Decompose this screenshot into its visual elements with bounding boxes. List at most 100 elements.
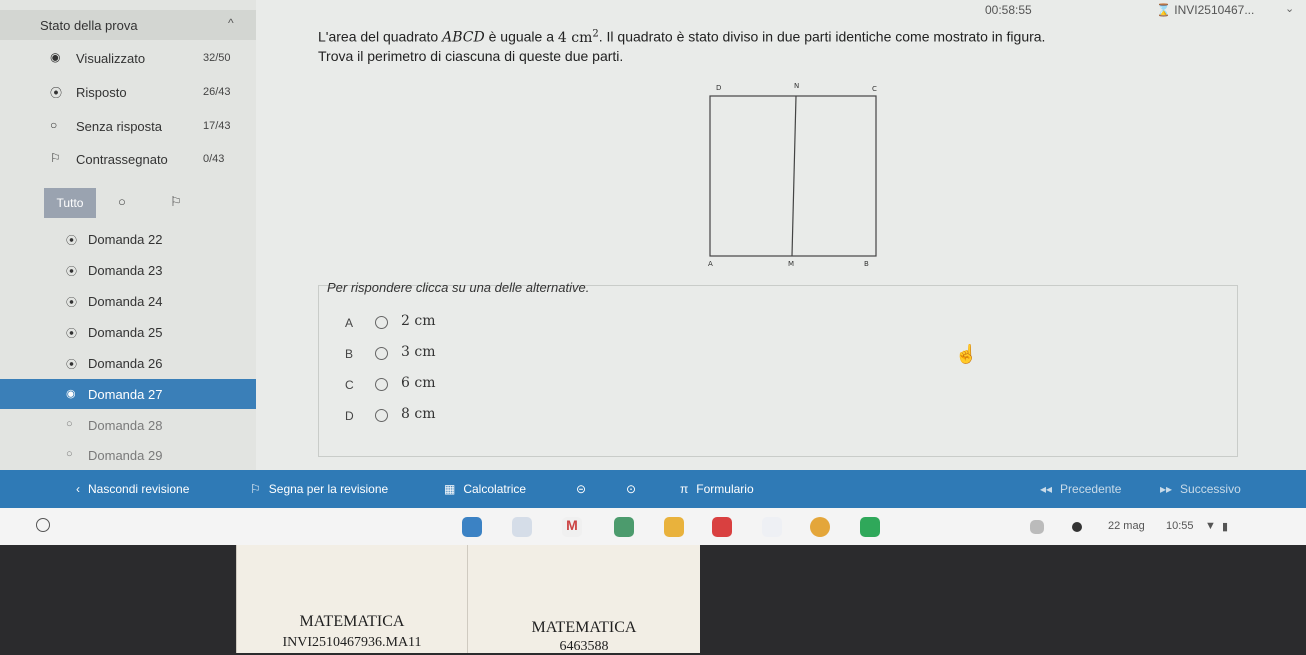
question-text-part: è uguale a: [484, 28, 558, 45]
flag-icon: ⚐: [50, 151, 61, 165]
radio-checked-icon: ⦿: [66, 297, 77, 309]
radio-empty-icon[interactable]: [375, 316, 388, 329]
question-item-25[interactable]: ⦿ Domanda 25: [0, 317, 256, 347]
stat-label: Visualizzato: [76, 51, 146, 66]
question-item-27[interactable]: ◉ Domanda 27: [0, 379, 256, 409]
radio-empty-icon: ○: [66, 448, 73, 460]
sticker-subject: MATEMATICA: [531, 619, 637, 636]
sidebar-header[interactable]: Stato della prova ^: [0, 10, 256, 40]
stat-answered[interactable]: ⦿ Risposto 26/43: [0, 80, 256, 106]
prev-icon: ◂◂: [1040, 482, 1053, 496]
record-icon[interactable]: [1072, 522, 1082, 532]
taskbar-date[interactable]: 22 mag: [1108, 520, 1145, 532]
answer-option-d[interactable]: D 8 cm: [319, 403, 1219, 431]
answer-option-c[interactable]: C 6 cm: [319, 372, 1219, 400]
calculator-button[interactable]: ▦ Calcolatrice: [444, 482, 526, 496]
answer-option-a[interactable]: A 2 cm: [319, 310, 1219, 338]
option-letter: A: [345, 316, 354, 330]
option-letter: D: [345, 409, 354, 423]
option-letter: C: [345, 378, 354, 392]
calculator-icon: ▦: [444, 482, 456, 496]
radio-checked-icon: ⦿: [66, 266, 77, 278]
plus-circle-icon[interactable]: ⊙: [626, 482, 636, 496]
sticker-code: INVI2510467936.MA11: [282, 635, 422, 650]
question-text-line2: Trova il perimetro di ciascuna di queste…: [318, 47, 624, 64]
next-icon: ▸▸: [1160, 482, 1173, 496]
filter-unanswered-icon[interactable]: ○: [118, 194, 126, 209]
dividing-line: [791, 95, 797, 257]
answer-option-b[interactable]: B 3 cm: [319, 341, 1219, 369]
question-item-29[interactable]: ○ Domanda 29: [0, 440, 256, 470]
vertex-label-a: A: [708, 260, 713, 268]
user-id-label: INVI2510467...: [1174, 3, 1255, 17]
question-text: L'area del quadrato ABCD è uguale a 4 cm…: [318, 25, 1278, 65]
sticker-subject: MATEMATICA: [299, 613, 405, 630]
wifi-icon[interactable]: ▼: [1205, 520, 1216, 532]
stat-label: Risposto: [76, 85, 127, 100]
square-figure: D N C A M B: [708, 82, 877, 268]
previous-button[interactable]: ◂◂ Precedente: [1040, 482, 1121, 496]
formulary-button[interactable]: π Formulario: [680, 482, 754, 496]
chevron-left-icon: ‹: [76, 482, 80, 496]
stat-label: Contrassegnato: [76, 152, 168, 167]
chevron-up-icon[interactable]: ^: [228, 16, 234, 30]
radio-empty-icon[interactable]: [375, 347, 388, 360]
radio-empty-icon[interactable]: [375, 409, 388, 422]
filter-flag-icon[interactable]: ⚐: [170, 194, 182, 210]
answer-hint: Per rispondere clicca su una delle alter…: [327, 280, 590, 295]
option-value: 3 cm: [401, 344, 436, 360]
vertex-label-b: B: [864, 260, 869, 268]
launcher-icon[interactable]: [36, 518, 50, 532]
chrome-app-icon[interactable]: [810, 517, 830, 537]
radio-checked-icon: ⦿: [66, 235, 77, 247]
hide-review-label: Nascondi revisione: [88, 482, 190, 496]
youtube-app-icon[interactable]: [712, 517, 732, 537]
battery-icon[interactable]: ▮: [1222, 520, 1228, 533]
filter-all-button[interactable]: Tutto: [44, 188, 96, 218]
question-item-26[interactable]: ⦿ Domanda 26: [0, 348, 256, 378]
gmail-app-icon[interactable]: M: [562, 517, 582, 537]
question-item-label: Domanda 25: [88, 325, 163, 340]
calculator-label: Calcolatrice: [463, 482, 527, 496]
sticker-right: MATEMATICA 6463588: [467, 545, 700, 654]
question-item-22[interactable]: ⦿ Domanda 22: [0, 224, 256, 254]
flag-icon: ⚐: [250, 482, 261, 496]
formulary-label: Formulario: [696, 482, 754, 496]
option-value: 6 cm: [401, 375, 436, 391]
bottom-toolbar: ‹ Nascondi revisione ⚐ Segna per la revisi…: [0, 470, 1306, 508]
vertex-label-d: D: [716, 84, 721, 92]
question-item-label: Domanda 28: [88, 418, 163, 433]
stat-flagged[interactable]: ⚐ Contrassegnato 0/43: [0, 147, 256, 173]
eye-icon: ◉: [66, 388, 76, 400]
user-id[interactable]: ⌛ INVI2510467...: [1156, 3, 1254, 17]
hide-review-button[interactable]: ‹ Nascondi revisione: [76, 482, 189, 496]
answer-panel: A 2 cm B 3 cm C 6 cm D 8 cm: [318, 285, 1238, 457]
meet-app-icon[interactable]: [614, 517, 634, 537]
question-text-part: L'area del quadrato: [318, 28, 443, 45]
question-item-label: Domanda 26: [88, 356, 163, 371]
flag-review-button[interactable]: ⚐ Segna per la revisione: [250, 482, 388, 496]
filter-bar: Tutto ○ ⚐: [0, 186, 256, 222]
minus-circle-icon[interactable]: ⊝: [576, 482, 586, 496]
taskbar-time[interactable]: 10:55: [1166, 520, 1194, 532]
files-app-icon[interactable]: [462, 517, 482, 537]
exam-app-icon[interactable]: [860, 517, 880, 537]
play-store-icon[interactable]: [664, 517, 684, 537]
question-item-23[interactable]: ⦿ Domanda 23: [0, 255, 256, 285]
question-item-28[interactable]: ○ Domanda 28: [0, 410, 256, 440]
next-button[interactable]: ▸▸ Successivo: [1160, 482, 1241, 496]
settings-app-icon[interactable]: [762, 517, 782, 537]
chevron-down-icon[interactable]: ⌄: [1285, 2, 1294, 15]
status-sidebar: Stato della prova ^ ◉ Visualizzato 32/50…: [0, 0, 256, 470]
stat-viewed[interactable]: ◉ Visualizzato 32/50: [0, 46, 256, 72]
screenshot-icon[interactable]: [1030, 520, 1044, 534]
stat-count: 26/43: [203, 86, 231, 98]
stat-unanswered[interactable]: ○ Senza risposta 17/43: [0, 114, 256, 140]
radio-empty-icon[interactable]: [375, 378, 388, 391]
assistant-app-icon[interactable]: [512, 517, 532, 537]
exam-screen: 00:58:55 ⌛ INVI2510467... ⌄ Stato della …: [0, 0, 1306, 545]
eye-icon: ◉: [50, 50, 61, 64]
square-name: ABCD: [442, 29, 485, 46]
hand-cursor-icon: ☝: [955, 344, 978, 364]
question-item-24[interactable]: ⦿ Domanda 24: [0, 286, 256, 316]
